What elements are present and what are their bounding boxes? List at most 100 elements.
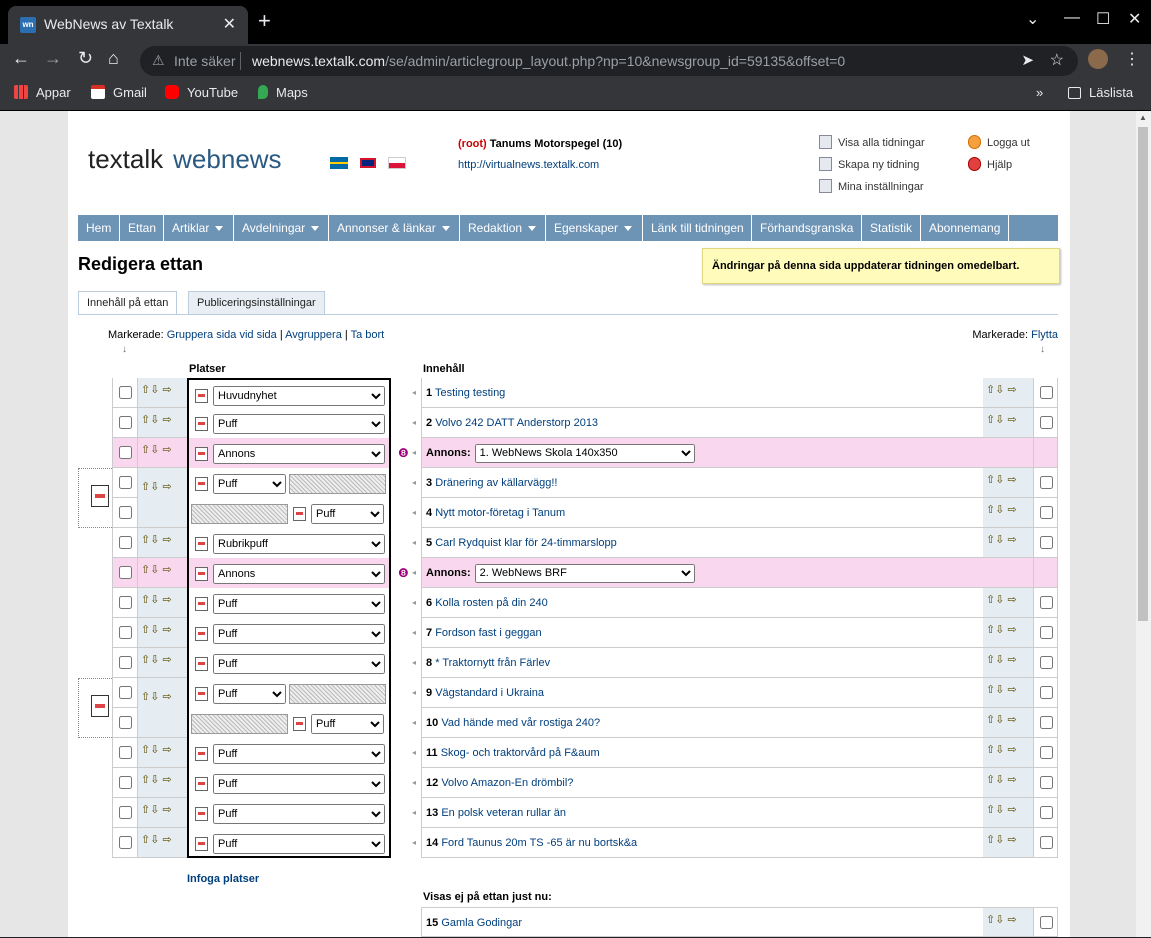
move-right-icon[interactable]: ⇨ (1008, 914, 1017, 926)
move-up-icon[interactable]: ⇧ (986, 684, 995, 696)
move-down-icon[interactable]: ⇩ (995, 504, 1004, 516)
menu-hem[interactable]: Hem (78, 215, 120, 241)
right-row-checkbox[interactable] (1040, 626, 1053, 639)
browser-tab[interactable]: wn WebNews av Textalk ✕ (8, 6, 248, 44)
bookmark-gmail[interactable]: Gmail (91, 85, 147, 100)
place-type-select[interactable]: Puff (213, 594, 385, 614)
left-row-checkbox[interactable] (119, 836, 132, 849)
ad-select[interactable]: 1. WebNews Skola 140x350 (474, 443, 695, 463)
right-row-checkbox[interactable] (1040, 916, 1053, 929)
close-tab-icon[interactable]: ✕ (223, 14, 236, 34)
move-down-icon[interactable]: ⇩ (995, 914, 1004, 926)
move-right-icon[interactable]: ⇨ (1008, 624, 1017, 636)
move-right-icon[interactable]: ⇨ (1008, 534, 1017, 546)
right-row-checkbox[interactable] (1040, 506, 1053, 519)
tab-content[interactable]: Innehåll på ettan (78, 291, 178, 315)
move-down-icon[interactable]: ⇩ (150, 564, 159, 576)
move-down-icon[interactable]: ⇩ (150, 774, 159, 786)
move-right-icon[interactable]: ⇨ (163, 384, 172, 396)
move-down-icon[interactable]: ⇩ (150, 691, 159, 703)
move-up-icon[interactable]: ⇧ (986, 624, 995, 636)
move-right-icon[interactable]: ⇨ (1008, 504, 1017, 516)
maximize-icon[interactable]: ☐ (1096, 9, 1110, 29)
bookmark-apps[interactable]: Appar (14, 85, 71, 100)
home-icon[interactable]: ⌂ (108, 48, 119, 69)
article-title-link[interactable]: Volvo Amazon-En drömbil? (441, 777, 573, 789)
move-right-icon[interactable]: ⇨ (163, 691, 172, 703)
move-up-icon[interactable]: ⇧ (986, 534, 995, 546)
send-icon[interactable]: ➤ (1021, 51, 1034, 69)
article-title-link[interactable]: Vad hände med vår rostiga 240? (441, 717, 600, 729)
more-bookmarks-icon[interactable]: » (1036, 85, 1043, 100)
minimize-icon[interactable]: — (1064, 9, 1080, 27)
move-right-icon[interactable]: ⇨ (163, 654, 172, 666)
view-all-papers-link[interactable]: Visa alla tidningar (819, 135, 925, 149)
move-right-icon[interactable]: ⇨ (163, 444, 172, 456)
move-up-icon[interactable]: ⇧ (141, 744, 150, 756)
move-up-icon[interactable]: ⇧ (141, 444, 150, 456)
right-row-checkbox[interactable] (1040, 536, 1053, 549)
move-down-icon[interactable]: ⇩ (995, 624, 1004, 636)
move-down-icon[interactable]: ⇩ (995, 594, 1004, 606)
warning-icon[interactable]: ⚠ (152, 52, 165, 69)
right-row-checkbox[interactable] (1040, 716, 1053, 729)
polish-flag-icon[interactable] (388, 157, 406, 169)
close-window-icon[interactable]: ✕ (1128, 9, 1141, 29)
right-row-checkbox[interactable] (1040, 416, 1053, 429)
place-type-select[interactable]: Puff (213, 744, 385, 764)
move-up-icon[interactable]: ⇧ (141, 804, 150, 816)
move-down-icon[interactable]: ⇩ (995, 744, 1004, 756)
left-row-checkbox[interactable] (119, 416, 132, 429)
move-right-icon[interactable]: ⇨ (163, 804, 172, 816)
article-title-link[interactable]: Dränering av källarvägg!! (435, 477, 557, 489)
chevron-down-icon[interactable]: ⌄ (1026, 9, 1039, 29)
ad-icon[interactable]: ❽ (398, 566, 409, 580)
logout-link[interactable]: Logga ut (968, 135, 1030, 149)
ad-select[interactable]: 2. WebNews BRF (474, 563, 695, 583)
move-link[interactable]: Flytta (1031, 329, 1058, 341)
menu-icon[interactable]: ⋮ (1124, 49, 1140, 69)
move-up-icon[interactable]: ⇧ (141, 414, 150, 426)
insert-places-link[interactable]: Infoga platser (187, 873, 259, 885)
left-row-checkbox[interactable] (119, 476, 132, 489)
move-right-icon[interactable]: ⇨ (163, 594, 172, 606)
move-up-icon[interactable]: ⇧ (141, 691, 150, 703)
article-title-link[interactable]: Volvo 242 DATT Anderstorp 2013 (435, 417, 598, 429)
move-down-icon[interactable]: ⇩ (995, 414, 1004, 426)
move-up-icon[interactable]: ⇧ (986, 414, 995, 426)
right-row-checkbox[interactable] (1040, 386, 1053, 399)
place-type-select[interactable]: Puff (213, 624, 385, 644)
left-row-checkbox[interactable] (119, 716, 132, 729)
article-title-link[interactable]: * Traktornytt från Färlev (435, 657, 550, 669)
reload-icon[interactable]: ↻ (78, 48, 93, 69)
article-title-link[interactable]: Kolla rosten på din 240 (435, 597, 548, 609)
place-type-select[interactable]: Puff (213, 834, 385, 854)
delete-link[interactable]: Ta bort (351, 329, 385, 341)
move-up-icon[interactable]: ⇧ (141, 594, 150, 606)
move-up-icon[interactable]: ⇧ (986, 774, 995, 786)
move-down-icon[interactable]: ⇩ (150, 414, 159, 426)
move-down-icon[interactable]: ⇩ (995, 474, 1004, 486)
article-title-link[interactable]: Testing testing (435, 387, 505, 399)
left-row-checkbox[interactable] (119, 686, 132, 699)
menu-avdelningar[interactable]: Avdelningar (234, 215, 329, 241)
menu-egenskaper[interactable]: Egenskaper (546, 215, 643, 241)
place-type-select[interactable]: Puff (311, 714, 384, 734)
avatar[interactable] (1088, 49, 1108, 69)
move-up-icon[interactable]: ⇧ (141, 384, 150, 396)
left-row-checkbox[interactable] (119, 446, 132, 459)
move-right-icon[interactable]: ⇨ (1008, 804, 1017, 816)
create-paper-link[interactable]: Skapa ny tidning (819, 157, 919, 171)
move-right-icon[interactable]: ⇨ (163, 744, 172, 756)
move-up-icon[interactable]: ⇧ (141, 534, 150, 546)
move-down-icon[interactable]: ⇩ (150, 384, 159, 396)
place-type-select[interactable]: Puff (213, 414, 385, 434)
move-right-icon[interactable]: ⇨ (163, 624, 172, 636)
move-right-icon[interactable]: ⇨ (1008, 414, 1017, 426)
move-up-icon[interactable]: ⇧ (141, 654, 150, 666)
move-up-icon[interactable]: ⇧ (141, 564, 150, 576)
move-right-icon[interactable]: ⇨ (1008, 714, 1017, 726)
place-type-select[interactable]: Puff (311, 504, 384, 524)
menu-lank[interactable]: Länk till tidningen (643, 215, 752, 241)
right-row-checkbox[interactable] (1040, 596, 1053, 609)
